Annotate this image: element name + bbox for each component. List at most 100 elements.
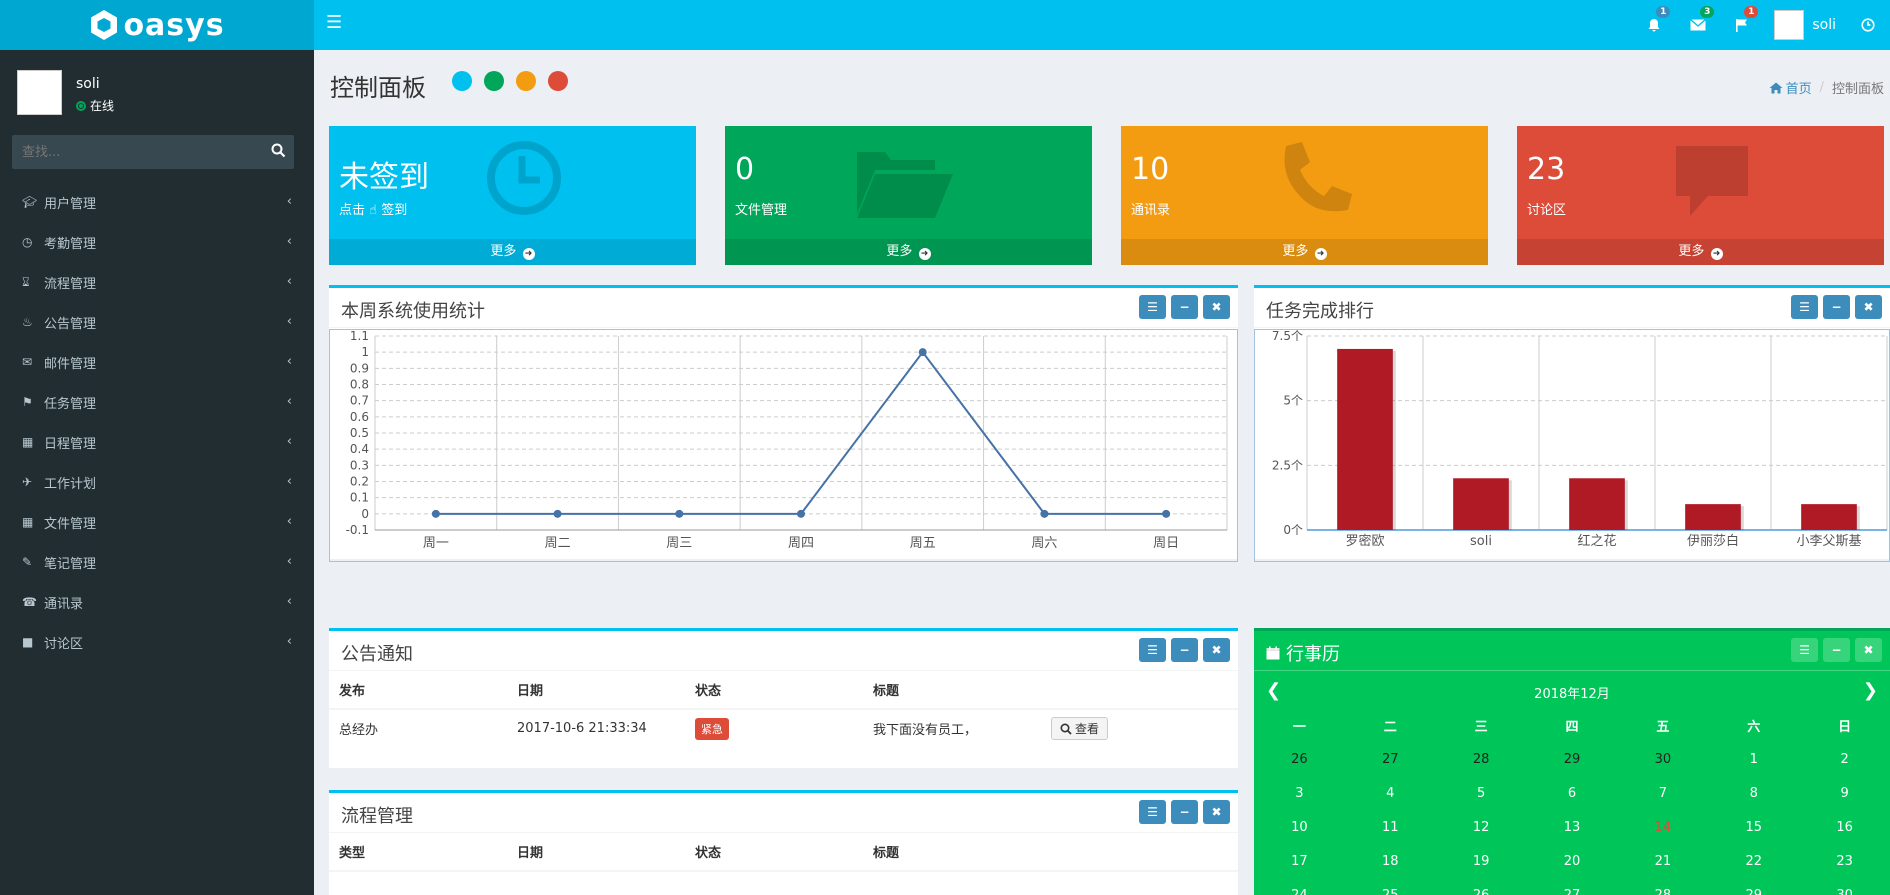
calendar-day[interactable]: 24 bbox=[1254, 888, 1345, 895]
calendar-day[interactable]: 20 bbox=[1527, 854, 1618, 869]
close-icon: ✖ bbox=[1211, 300, 1222, 314]
sidebar-item-attendance[interactable]: ◷ 考勤管理 ‹ bbox=[0, 222, 314, 262]
collapse-button[interactable]: − bbox=[1823, 295, 1850, 319]
sidebar-item-task[interactable]: ⚑ 任务管理 ‹ bbox=[0, 382, 314, 422]
close-button[interactable]: ✖ bbox=[1203, 800, 1230, 824]
calendar-day[interactable]: 12 bbox=[1436, 820, 1527, 835]
calendar-day[interactable]: 27 bbox=[1527, 888, 1618, 895]
info-box-more-link[interactable]: 更多 ➜ bbox=[725, 239, 1092, 265]
calendar-day[interactable]: 10 bbox=[1254, 820, 1345, 835]
breadcrumb-home[interactable]: 首页 bbox=[1769, 78, 1812, 97]
calendar-day[interactable]: 28 bbox=[1617, 888, 1708, 895]
status-badge: 紧急 bbox=[695, 717, 729, 740]
info-box-more-link[interactable]: 更多 ➜ bbox=[329, 239, 696, 265]
theme-dot-orange[interactable] bbox=[516, 71, 536, 91]
calendar-day[interactable]: 18 bbox=[1345, 854, 1436, 869]
collapse-button[interactable]: − bbox=[1171, 638, 1198, 662]
sidebar-item-label: 日程管理 bbox=[44, 436, 97, 452]
view-button[interactable]: 查看 bbox=[1051, 717, 1109, 740]
info-box-files: 0 文件管理 更多 ➜ bbox=[725, 126, 1092, 265]
calendar-day[interactable]: 16 bbox=[1799, 820, 1890, 835]
calendar-day[interactable]: 26 bbox=[1254, 752, 1345, 767]
calendar-day[interactable]: 6 bbox=[1527, 786, 1618, 801]
data-point bbox=[675, 509, 684, 518]
sidebar-item-notice[interactable]: ♨ 公告管理 ‹ bbox=[0, 302, 314, 342]
collapse-button[interactable]: − bbox=[1823, 638, 1850, 662]
close-button[interactable]: ✖ bbox=[1855, 638, 1882, 662]
sidebar-item-mail[interactable]: ✉ 邮件管理 ‹ bbox=[0, 342, 314, 382]
info-box-more-link[interactable]: 更多 ➜ bbox=[1121, 239, 1488, 265]
calendar-day[interactable]: 17 bbox=[1254, 854, 1345, 869]
sidebar-item-process[interactable]: ⌛︎ 流程管理 ‹ bbox=[0, 262, 314, 302]
collapse-button[interactable]: − bbox=[1171, 295, 1198, 319]
flags-badge: 1 bbox=[1744, 6, 1759, 18]
calendar-day[interactable]: 7 bbox=[1617, 786, 1708, 801]
sidebar-item-plan[interactable]: ✈︎ 工作计划 ‹ bbox=[0, 462, 314, 502]
close-button[interactable]: ✖ bbox=[1855, 295, 1882, 319]
search-icon bbox=[271, 143, 286, 158]
sidebar-item-notes[interactable]: ✎ 笔记管理 ‹ bbox=[0, 542, 314, 582]
calendar-day[interactable]: 28 bbox=[1436, 752, 1527, 767]
menu-button[interactable]: ☰ bbox=[1139, 295, 1166, 319]
calendar-day[interactable]: 30 bbox=[1617, 752, 1708, 767]
sidebar-toggle-icon[interactable]: ☰ bbox=[326, 12, 342, 33]
calendar-day[interactable]: 14 bbox=[1617, 820, 1708, 835]
menu-button[interactable]: ☰ bbox=[1139, 800, 1166, 824]
calendar-day[interactable]: 4 bbox=[1345, 786, 1436, 801]
user-menu[interactable]: soli bbox=[1764, 0, 1846, 50]
calendar-day[interactable]: 19 bbox=[1436, 854, 1527, 869]
calendar-day[interactable]: 21 bbox=[1617, 854, 1708, 869]
sidebar-item-contacts[interactable]: ☎ 通讯录 ‹ bbox=[0, 582, 314, 622]
collapse-button[interactable]: − bbox=[1171, 800, 1198, 824]
calendar-day[interactable]: 22 bbox=[1708, 854, 1799, 869]
calendar-day[interactable]: 1 bbox=[1708, 752, 1799, 767]
calendar-day[interactable]: 29 bbox=[1527, 752, 1618, 767]
calendar-day[interactable]: 29 bbox=[1708, 888, 1799, 895]
close-button[interactable]: ✖ bbox=[1203, 638, 1230, 662]
x-tick-label: soli bbox=[1470, 534, 1492, 549]
theme-dot-green[interactable] bbox=[484, 71, 504, 91]
sidebar-item-files[interactable]: ▦ 文件管理 ‹ bbox=[0, 502, 314, 542]
breadcrumb-current: 控制面板 bbox=[1831, 82, 1884, 97]
logo[interactable]: oasys bbox=[0, 0, 314, 50]
calendar-day[interactable]: 30 bbox=[1799, 888, 1890, 895]
comment-icon bbox=[1672, 144, 1752, 224]
notifications-button[interactable]: 1 bbox=[1632, 0, 1676, 50]
box-header: 行事历 ☰ − ✖ bbox=[1254, 631, 1890, 671]
calendar-day[interactable]: 15 bbox=[1708, 820, 1799, 835]
calendar-day[interactable]: 23 bbox=[1799, 854, 1890, 869]
y-tick-label: 0.8 bbox=[350, 378, 369, 392]
calendar-day[interactable]: 27 bbox=[1345, 752, 1436, 767]
notice-title-cell: 我下面没有员工， bbox=[873, 723, 978, 738]
calendar-day[interactable]: 26 bbox=[1436, 888, 1527, 895]
calendar-day[interactable]: 25 bbox=[1345, 888, 1436, 895]
menu-button[interactable]: ☰ bbox=[1791, 638, 1818, 662]
theme-dot-blue[interactable] bbox=[452, 71, 472, 91]
calendar-day[interactable]: 9 bbox=[1799, 786, 1890, 801]
menu-button[interactable]: ☰ bbox=[1791, 295, 1818, 319]
history-button[interactable] bbox=[1846, 0, 1890, 50]
contacts-count: 10 bbox=[1131, 152, 1170, 187]
x-tick-label: 周三 bbox=[666, 536, 692, 551]
calendar-day[interactable]: 5 bbox=[1436, 786, 1527, 801]
calendar-day[interactable]: 8 bbox=[1708, 786, 1799, 801]
calendar-day[interactable]: 3 bbox=[1254, 786, 1345, 801]
menu-button[interactable]: ☰ bbox=[1139, 638, 1166, 662]
close-button[interactable]: ✖ bbox=[1203, 295, 1230, 319]
calendar-day[interactable]: 2 bbox=[1799, 752, 1890, 767]
sidebar-item-schedule[interactable]: ▦ 日程管理 ‹ bbox=[0, 422, 314, 462]
search-input[interactable] bbox=[12, 135, 252, 169]
calendar-day[interactable]: 11 bbox=[1345, 820, 1436, 835]
bar bbox=[1569, 478, 1625, 530]
task-ranking-box: 任务完成排行 ☰ − ✖ 7.5个 5个 2.5个 0个 罗密欧 soli 红之花 伊丽莎白 小… bbox=[1254, 285, 1890, 562]
flags-button[interactable]: 1 bbox=[1720, 0, 1764, 50]
checkin-action[interactable]: 点击 ☝︎ 签到 bbox=[339, 199, 407, 218]
sidebar-item-users[interactable]: 🎓︎ 用户管理 ‹ bbox=[0, 182, 314, 222]
sidebar-item-forum[interactable]: ■ 讨论区 ‹ bbox=[0, 622, 314, 662]
chevron-right-icon[interactable]: ❯ bbox=[1863, 680, 1878, 701]
theme-dot-red[interactable] bbox=[548, 71, 568, 91]
messages-button[interactable]: 3 bbox=[1676, 0, 1720, 50]
search-button[interactable] bbox=[271, 143, 286, 162]
calendar-day[interactable]: 13 bbox=[1527, 820, 1618, 835]
info-box-more-link[interactable]: 更多 ➜ bbox=[1517, 239, 1884, 265]
